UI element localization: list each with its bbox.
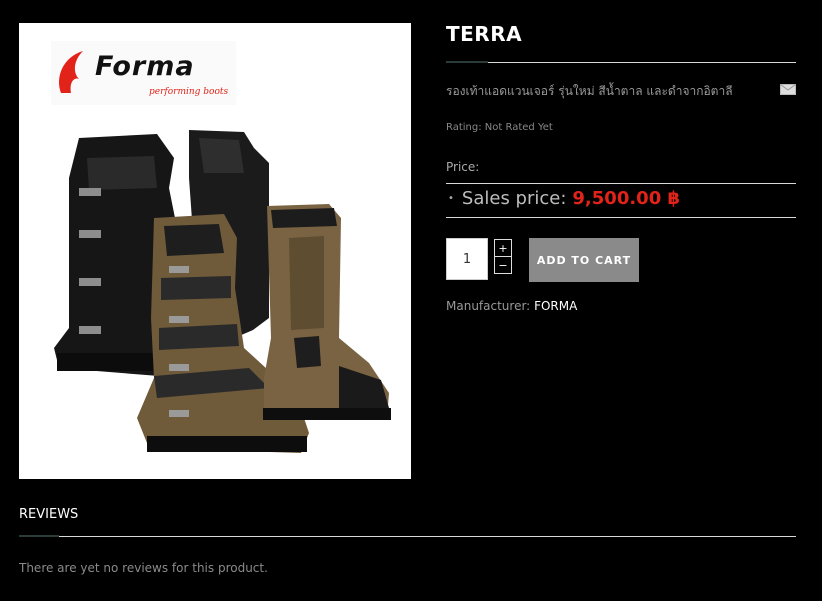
- sales-price-row: • Sales price: 9,500.00 ฿: [448, 188, 680, 209]
- price-divider-top: [446, 183, 796, 184]
- product-title: TERRA: [446, 22, 523, 46]
- add-to-cart-button[interactable]: ADD TO CART: [529, 238, 639, 282]
- sales-price-label: Sales price:: [461, 188, 567, 209]
- reviews-heading: REVIEWS: [19, 507, 79, 522]
- title-divider: [446, 62, 796, 63]
- product-page: Forma performing boots TERRA รองเท้าแอดแ…: [0, 0, 822, 601]
- forma-logo: Forma performing boots: [51, 41, 236, 105]
- manufacturer-row: Manufacturer: FORMA: [446, 299, 577, 313]
- sales-price-value: 9,500.00 ฿: [572, 188, 681, 209]
- logo-wordmark: Forma: [95, 51, 195, 82]
- product-image[interactable]: Forma performing boots: [19, 23, 411, 479]
- mail-icon[interactable]: [780, 84, 796, 95]
- reviews-divider-accent: [19, 535, 59, 537]
- price-divider-bottom: [446, 217, 796, 218]
- product-rating: Rating: Not Rated Yet: [446, 122, 553, 133]
- title-divider-accent: [446, 61, 488, 63]
- bullet-icon: •: [448, 193, 454, 204]
- no-reviews-text: There are yet no reviews for this produc…: [19, 561, 268, 575]
- manufacturer-label: Manufacturer:: [446, 299, 531, 313]
- quantity-input[interactable]: [446, 238, 488, 280]
- forma-flame-icon: [59, 51, 83, 93]
- logo-tagline: performing boots: [149, 87, 229, 97]
- reviews-divider: [19, 536, 796, 537]
- boots-illustration: [54, 130, 391, 453]
- product-description: รองเท้าแอดแวนเจอร์ รุ่นใหม่ สีน้ำตาล และ…: [446, 84, 733, 98]
- manufacturer-link[interactable]: FORMA: [534, 299, 577, 313]
- price-label: Price:: [446, 160, 480, 174]
- quantity-decrease-button[interactable]: −: [494, 256, 512, 274]
- quantity-increase-button[interactable]: +: [494, 239, 512, 257]
